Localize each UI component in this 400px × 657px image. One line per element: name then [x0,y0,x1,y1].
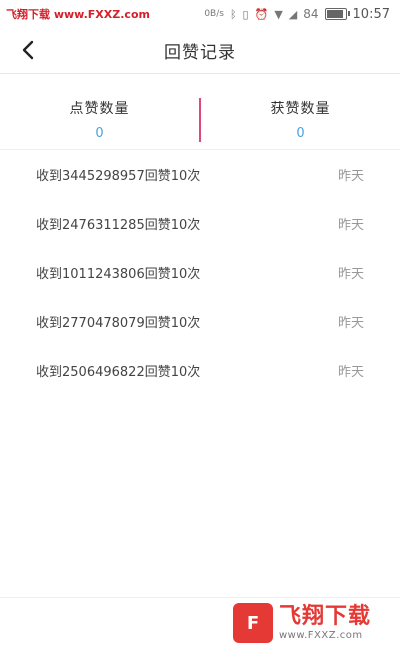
wifi-icon: ▼ [274,7,283,21]
record-time: 昨天 [337,365,364,380]
record-text: 收到1011243806回赞10次 [36,267,201,282]
logo-url: www.FXXZ.com [279,629,363,641]
like-count-stat[interactable]: 点赞数量 0 [0,90,199,149]
list-item[interactable]: 收到1011243806回赞10次 昨天 [0,248,400,297]
status-bar: 飞翔下载 www.FXXZ.com 0B/s ᛒ ▯ ⏰ ▼ ◢ 84 10:5… [0,0,400,28]
stats-panel: 点赞数量 0 获赞数量 0 [0,90,400,150]
record-time: 昨天 [337,218,364,233]
bluetooth-icon: ᛒ [229,7,237,21]
page-title: 回赞记录 [164,43,236,63]
logo-icon: F [233,603,273,643]
list-item[interactable]: 收到3445298957回赞10次 昨天 [0,150,400,199]
record-time: 昨天 [337,267,364,282]
alarm-icon: ⏰ [254,7,269,21]
record-time: 昨天 [337,316,364,331]
signal-icon: ◢ [288,7,298,21]
like-count-label: 点赞数量 [69,101,130,117]
nav-bar: 回赞记录 [0,28,400,74]
clock: 10:57 [352,6,390,22]
watermark-text: 飞翔下载 www.FXXZ.com [6,8,150,21]
received-count-value: 0 [296,126,305,141]
received-count-stat[interactable]: 获赞数量 0 [201,90,400,149]
received-count-label: 获赞数量 [270,101,331,117]
chevron-left-icon [22,40,34,60]
battery-icon [324,8,350,20]
record-text: 收到2770478079回赞10次 [36,316,201,331]
back-button[interactable] [14,36,42,64]
vibrate-icon: ▯ [242,7,249,21]
status-indicators: 0B/s ᛒ ▯ ⏰ ▼ ◢ 84 10:57 [204,7,390,22]
record-text: 收到3445298957回赞10次 [36,169,201,184]
like-count-value: 0 [95,126,104,141]
list-item[interactable]: 收到2770478079回赞10次 昨天 [0,297,400,346]
battery-level: 84 [303,7,319,21]
list-item[interactable]: 收到2476311285回赞10次 昨天 [0,199,400,248]
watermark-logo: F 飞翔下载 www.FXXZ.com [233,598,395,648]
list-item[interactable]: 收到2506496822回赞10次 昨天 [0,346,400,395]
logo-text: 飞翔下载 www.FXXZ.com [279,604,372,641]
network-speed: 0B/s [204,9,224,19]
record-text: 收到2506496822回赞10次 [36,365,201,380]
record-time: 昨天 [337,169,364,184]
logo-name: 飞翔下载 [279,604,372,630]
record-list: 收到3445298957回赞10次 昨天 收到2476311285回赞10次 昨… [0,150,400,395]
record-text: 收到2476311285回赞10次 [36,218,201,233]
